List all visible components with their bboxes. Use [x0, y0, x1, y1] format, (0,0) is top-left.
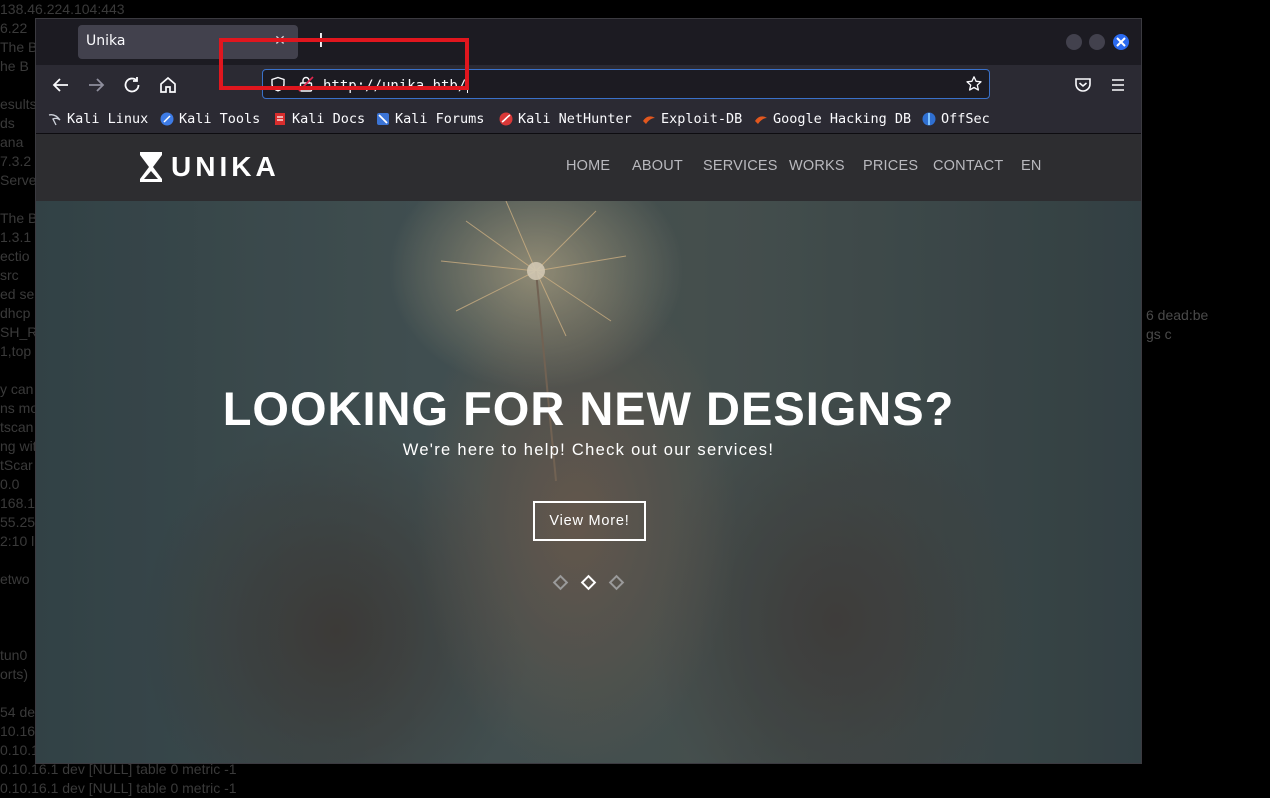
offsec-icon — [922, 112, 936, 126]
bookmarks-toolbar: Kali Linux Kali Tools Kali Docs Kali For… — [36, 105, 1141, 134]
maximize-button[interactable] — [1089, 34, 1105, 50]
bookmark-star-icon[interactable] — [965, 75, 983, 93]
bookmark-label: Kali NetHunter — [518, 111, 632, 127]
nav-prices[interactable]: PRICES — [863, 158, 918, 174]
web-page: UNIKA HOME ABOUT SERVICES WORKS PRICES C… — [36, 134, 1141, 763]
site-navbar: UNIKA HOME ABOUT SERVICES WORKS PRICES C… — [36, 134, 1141, 201]
tab-strip: Unika ✕ + — [36, 19, 1141, 65]
kali-docs-icon — [275, 113, 285, 125]
terminal-right-text: 6 dead:be gs c — [1146, 307, 1209, 342]
tab-title: Unika — [86, 33, 126, 49]
nav-services[interactable]: SERVICES — [703, 158, 778, 174]
nav-language[interactable]: EN — [1021, 158, 1042, 174]
browser-window: Unika ✕ + http://unika.htb/ Kali Linux K… — [35, 18, 1142, 764]
bookmark-label: Google Hacking DB — [773, 111, 912, 127]
bookmark-exploit-db[interactable]: Exploit-DB — [642, 109, 742, 129]
hero-subtitle: We're here to help! Check out our servic… — [402, 441, 775, 459]
ghdb-icon — [755, 116, 767, 124]
nethunter-icon — [499, 112, 513, 126]
bookmark-google-hacking-db[interactable]: Google Hacking DB — [754, 109, 911, 129]
window-close-icon — [1116, 37, 1126, 47]
view-more-button[interactable]: View More! — [533, 501, 646, 541]
nav-contact[interactable]: CONTACT — [933, 158, 1003, 174]
bookmark-offsec[interactable]: OffSec — [922, 109, 990, 129]
bookmark-label: Exploit-DB — [661, 111, 743, 127]
menu-hamburger-icon[interactable] — [1106, 73, 1130, 97]
kali-tools-icon — [160, 112, 174, 126]
bookmark-kali-tools[interactable]: Kali Tools — [160, 109, 260, 129]
bookmark-label: Kali Linux — [67, 111, 149, 127]
bookmark-label: Kali Tools — [179, 111, 261, 127]
bookmark-label: Kali Docs — [292, 111, 366, 127]
bookmark-kali-linux[interactable]: Kali Linux — [48, 109, 148, 129]
window-close-button[interactable] — [1113, 34, 1129, 50]
url-highlight-box — [219, 38, 469, 90]
exploit-db-icon — [643, 116, 655, 124]
bookmark-kali-nethunter[interactable]: Kali NetHunter — [499, 109, 632, 129]
hero-slider: LOOKING FOR NEW DESIGNS? We're here to h… — [36, 201, 1141, 763]
reload-icon[interactable] — [120, 73, 144, 97]
nav-works[interactable]: WORKS — [789, 158, 845, 174]
back-icon[interactable] — [49, 73, 73, 97]
bookmark-kali-docs[interactable]: Kali Docs — [273, 109, 365, 129]
kali-forums-icon — [377, 113, 389, 125]
site-logo[interactable]: UNIKA — [139, 151, 280, 183]
minimize-button[interactable] — [1066, 34, 1082, 50]
hero-overlay — [36, 201, 1141, 763]
bookmark-kali-forums[interactable]: Kali Forums — [376, 109, 484, 129]
kali-dragon-icon — [48, 114, 61, 126]
hero-title: LOOKING FOR NEW DESIGNS? — [222, 382, 955, 435]
nav-about[interactable]: ABOUT — [632, 158, 683, 174]
home-icon[interactable] — [156, 73, 180, 97]
hourglass-logo-icon — [140, 152, 162, 182]
pocket-icon[interactable] — [1071, 73, 1095, 97]
logo-text: UNIKA — [171, 151, 280, 182]
bookmark-label: OffSec — [941, 111, 990, 127]
nav-home[interactable]: HOME — [566, 158, 610, 174]
forward-icon[interactable] — [84, 73, 108, 97]
navigation-toolbar: http://unika.htb/ — [36, 65, 1141, 105]
bookmark-label: Kali Forums — [395, 111, 485, 127]
